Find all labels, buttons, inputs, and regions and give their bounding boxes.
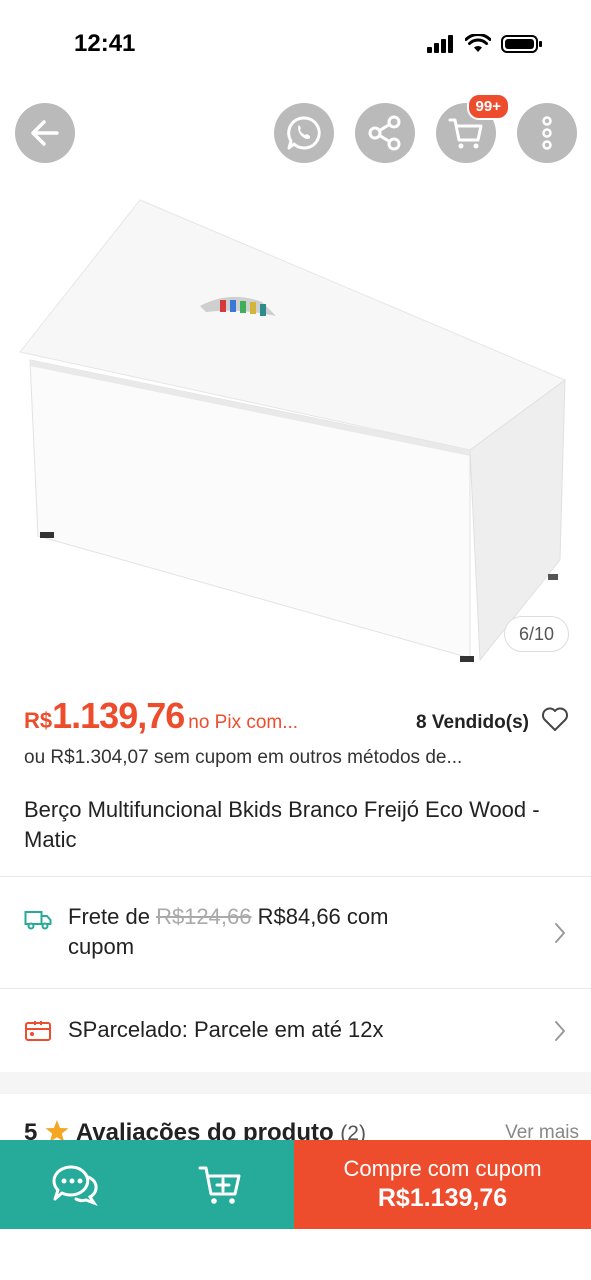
chat-button[interactable] <box>0 1140 148 1229</box>
installments-text: SParcelado: Parcele em até 12x <box>68 1017 384 1042</box>
shipping-old-price: R$124,66 <box>156 904 252 929</box>
cart-button[interactable]: 99+ <box>436 93 510 163</box>
chevron-right-icon <box>555 923 565 943</box>
installments-row[interactable]: SParcelado: Parcele em até 12x <box>0 989 591 1072</box>
status-bar: 12:41 <box>0 0 591 90</box>
share-icon <box>368 115 401 151</box>
add-to-cart-icon <box>198 1166 241 1204</box>
pix-price-note[interactable]: no Pix com... <box>188 712 298 734</box>
product-image <box>19 199 567 662</box>
buy-button-label: Compre com cupom <box>343 1156 542 1181</box>
heart-icon[interactable] <box>541 706 569 732</box>
add-to-cart-button[interactable] <box>148 1140 294 1229</box>
price-currency: R$ <box>24 708 53 733</box>
buy-with-coupon-button[interactable]: Compre com cupom R$1.139,76 <box>294 1140 591 1229</box>
chat-icon <box>52 1164 98 1206</box>
shipping-text: Frete de R$124,66 R$84,66 com cupom <box>68 902 508 962</box>
installment-card-icon <box>25 1021 51 1041</box>
sold-count: 8 Vendido(s) <box>416 712 529 733</box>
buy-button-price: R$1.139,76 <box>377 1184 508 1212</box>
arrow-left-icon <box>31 120 59 146</box>
battery-icon <box>501 35 542 53</box>
home-indicator-area <box>0 1229 591 1280</box>
cart-count-badge: 99+ <box>466 93 510 120</box>
status-icons <box>427 34 543 54</box>
more-vertical-icon <box>542 116 552 150</box>
whatsapp-icon <box>287 116 321 150</box>
shipping-prefix: Frete de <box>68 904 150 929</box>
share-button[interactable] <box>355 103 415 163</box>
cellular-signal-icon <box>427 35 453 53</box>
chevron-right-icon <box>555 1021 565 1041</box>
product-title: Berço Multifuncional Bkids Branco Freijó… <box>24 797 540 852</box>
shipping-suffix: cupom <box>68 934 135 959</box>
product-price: 1.139,76 <box>52 695 185 736</box>
status-time: 12:41 <box>74 30 136 57</box>
product-image-gallery[interactable]: 99+ 6/10 <box>0 90 591 670</box>
shipping-new-price: R$84,66 com <box>257 904 389 929</box>
section-gap <box>0 1072 591 1094</box>
back-button[interactable] <box>15 103 75 163</box>
shipping-row[interactable]: Frete de R$124,66 R$84,66 com cupom <box>0 877 591 988</box>
price-row: R$ 1.139,76 no Pix com... 8 Vendido(s) <box>24 695 569 745</box>
truck-icon <box>24 911 52 930</box>
whatsapp-share-button[interactable] <box>274 103 334 163</box>
bottom-action-bar: Compre com cupom R$1.139,76 <box>0 1140 591 1229</box>
more-options-button[interactable] <box>517 103 577 163</box>
image-counter: 6/10 <box>503 616 569 652</box>
alternative-price: ou R$1.304,07 sem cupom em outros método… <box>24 747 463 768</box>
wifi-icon <box>465 34 491 52</box>
